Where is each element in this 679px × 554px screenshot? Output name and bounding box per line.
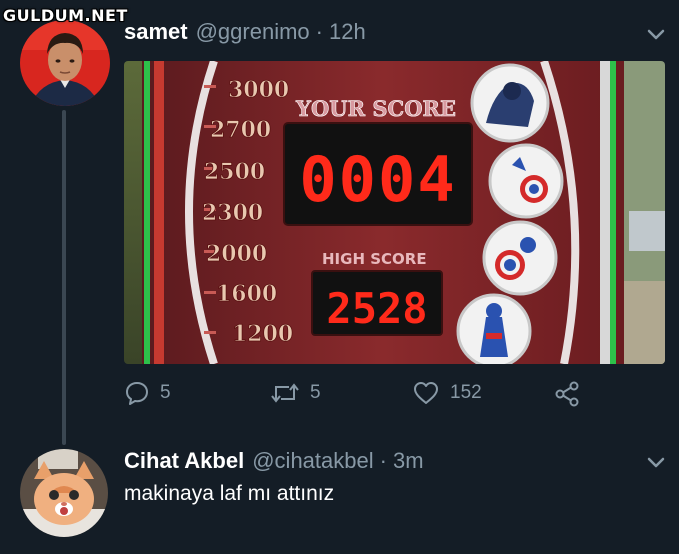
- tweet-actions: 5 5 152: [124, 380, 584, 414]
- score-scale-label: 2000: [206, 241, 267, 267]
- handle[interactable]: @ggrenimo: [196, 19, 310, 45]
- heart-icon: [414, 382, 438, 404]
- your-score-label: YOUR SCORE: [295, 96, 456, 121]
- score-scale-label: 2700: [210, 117, 271, 143]
- reply-icon: [126, 382, 148, 405]
- score-scale-label: 3000: [228, 77, 289, 103]
- reply-button[interactable]: 5: [124, 380, 171, 406]
- score-scale-label: 1200: [232, 321, 293, 347]
- retweet-icon: [271, 383, 299, 403]
- separator: ·: [379, 448, 387, 473]
- timestamp[interactable]: 12h: [329, 19, 366, 45]
- retweet-button[interactable]: 5: [270, 380, 321, 406]
- character-badge-icon: [482, 220, 558, 296]
- tweet-header: samet @ggrenimo · 12h: [124, 19, 366, 45]
- avatar[interactable]: [20, 20, 110, 106]
- arcade-machine-photo: 3000 2700 2500 2300 2000 1600 1200 YOUR …: [124, 61, 665, 364]
- character-badge-icon: [456, 293, 532, 364]
- reply-count: 5: [160, 382, 171, 403]
- tweet-media[interactable]: 3000 2700 2500 2300 2000 1600 1200 YOUR …: [124, 61, 665, 364]
- like-button[interactable]: 152: [412, 380, 482, 406]
- score-scale-label: 1600: [216, 281, 277, 307]
- share-button[interactable]: [554, 380, 582, 408]
- watermark-logo: GULDUM.NET: [3, 6, 128, 25]
- display-name[interactable]: samet: [124, 19, 188, 45]
- high-score-label: HIGH SCORE: [322, 250, 427, 268]
- score-scale-label: 2300: [202, 200, 263, 226]
- profile-photo-icon: [20, 20, 110, 106]
- thread-line: [62, 110, 66, 445]
- timestamp[interactable]: 3m: [393, 448, 424, 474]
- share-icon: [555, 381, 579, 407]
- character-badge-icon: [470, 63, 550, 143]
- display-name[interactable]: Cihat Akbel: [124, 448, 244, 474]
- cat-photo-icon: [20, 449, 108, 537]
- handle[interactable]: @cihatakbel: [252, 448, 373, 474]
- high-score-value: 2528: [326, 284, 427, 333]
- character-badge-icon: [488, 143, 564, 219]
- score-scale-label: 2500: [204, 159, 265, 185]
- retweet-count: 5: [310, 382, 321, 403]
- tweet-text: makinaya laf mı attınız: [124, 482, 335, 505]
- separator: ·: [315, 19, 323, 44]
- your-score-value: 0004: [299, 143, 456, 216]
- chevron-down-icon[interactable]: [646, 28, 666, 42]
- chevron-down-icon[interactable]: [646, 456, 666, 470]
- avatar[interactable]: [20, 449, 108, 537]
- tweet-header: Cihat Akbel @cihatakbel · 3m: [124, 448, 424, 474]
- like-count: 152: [450, 382, 482, 403]
